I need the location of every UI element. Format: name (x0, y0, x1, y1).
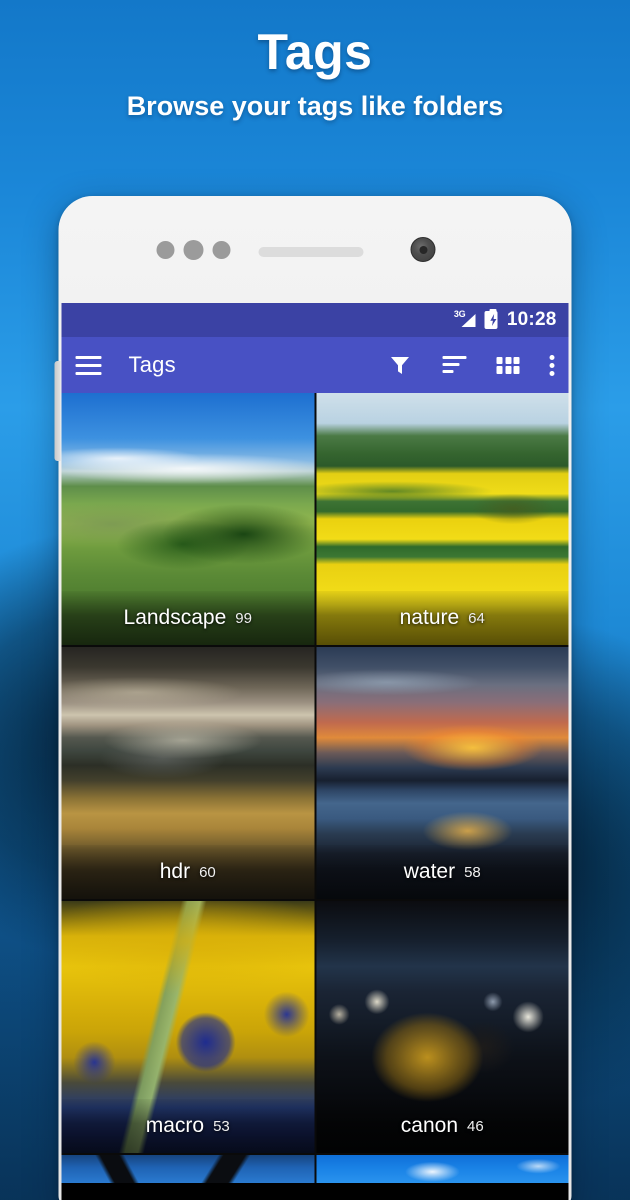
tag-tile[interactable]: canon 46 (316, 901, 569, 1153)
signal-triangle (461, 314, 476, 327)
tag-tile[interactable]: water 58 (316, 647, 569, 899)
tag-count: 53 (213, 1117, 230, 1135)
phone-screen: 3G 10:28 Tags Landscape 99 nature 64 hdr… (61, 303, 569, 1200)
front-camera-icon (410, 237, 436, 262)
tag-tile[interactable] (61, 1155, 314, 1183)
proximity-sensors-icon (156, 240, 231, 260)
sensor-dot (156, 241, 175, 259)
promo-header: Tags Browse your tags like folders (0, 0, 630, 122)
tag-caption: nature 64 (316, 591, 569, 645)
tag-caption: canon 46 (316, 1099, 569, 1153)
tag-count: 58 (464, 863, 481, 881)
tag-grid: Landscape 99 nature 64 hdr 60 water 58 macro 53 ca… (61, 393, 569, 1183)
tag-name: Landscape (123, 606, 227, 629)
promo-title: Tags (257, 24, 373, 80)
filter-funnel-icon[interactable] (388, 353, 413, 377)
tag-count: 60 (199, 863, 216, 881)
tag-name: nature (399, 606, 460, 629)
hamburger-menu-icon[interactable] (75, 355, 102, 375)
tag-tile[interactable]: nature 64 (316, 393, 569, 645)
tag-thumbnail-blue-sky-with-clouds (316, 1155, 569, 1183)
tag-caption: Landscape 99 (61, 591, 314, 645)
tag-caption: water 58 (316, 845, 569, 899)
charging-bolt (490, 314, 497, 326)
promo-subtitle: Browse your tags like folders (126, 90, 504, 121)
phone-device-frame: 3G 10:28 Tags Landscape 99 nature 64 hdr… (54, 196, 572, 1200)
tag-name: macro (145, 1114, 205, 1137)
status-bar-clock: 10:28 (506, 309, 557, 330)
tag-name: canon (400, 1114, 459, 1137)
earpiece-speaker-icon (258, 247, 364, 257)
tag-tile[interactable]: hdr 60 (61, 647, 314, 899)
status-bar: 3G 10:28 (61, 303, 569, 337)
overflow-menu-icon[interactable] (549, 354, 555, 376)
app-bar-actions (388, 353, 555, 377)
tag-caption: hdr 60 (61, 845, 314, 899)
volume-button[interactable] (54, 361, 61, 461)
battery-charging-icon (484, 309, 498, 329)
tag-count: 99 (235, 609, 252, 627)
signal-bars-icon: 3G (454, 309, 476, 330)
tag-thumbnail-architecture-against-sky (61, 1155, 314, 1183)
sort-lines-icon[interactable] (442, 356, 467, 374)
tag-name: water (403, 860, 456, 883)
tag-tile[interactable] (316, 1155, 569, 1183)
tag-name: hdr (159, 860, 191, 883)
grid-view-icon[interactable] (496, 356, 520, 374)
page-title: Tags (128, 352, 176, 377)
tag-count: 64 (468, 609, 485, 627)
tag-caption: macro 53 (61, 1099, 314, 1153)
tag-tile[interactable]: Landscape 99 (61, 393, 314, 645)
sensor-dot (212, 241, 231, 259)
phone-top-bezel (59, 196, 572, 303)
tag-count: 46 (467, 1117, 484, 1135)
sensor-dot (183, 240, 204, 260)
tag-tile[interactable]: macro 53 (61, 901, 314, 1153)
app-bar: Tags (61, 337, 569, 393)
